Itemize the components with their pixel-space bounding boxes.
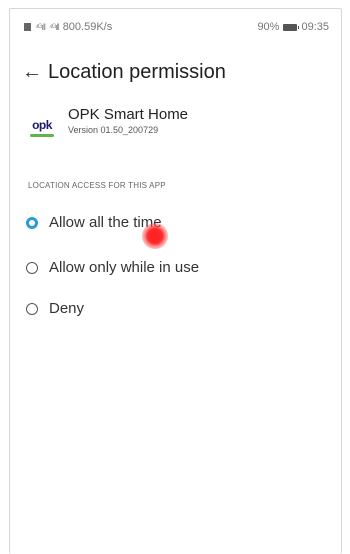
- app-version: Version 01.50_200729: [68, 125, 159, 135]
- app-logo: opk: [26, 109, 58, 141]
- radio-selected-icon[interactable]: [26, 216, 38, 229]
- phone-screen: ⁴ᴳıll ⁴ᴳıll 800.59K/s 90% 09:35 ← Locati…: [9, 8, 342, 554]
- app-logo-bar: [30, 134, 54, 137]
- signal-icon: ⁴ᴳıll: [35, 22, 46, 32]
- clock: 09:35: [301, 21, 329, 33]
- option-allow-all-the-time[interactable]: Allow all the time: [26, 214, 162, 231]
- network-speed: 800.59K/s: [62, 21, 113, 33]
- tap-indicator: [142, 223, 168, 249]
- option-deny[interactable]: Deny: [26, 300, 84, 317]
- sim-icon: [24, 23, 31, 31]
- status-left: ⁴ᴳıll ⁴ᴳıll 800.59K/s: [24, 21, 112, 33]
- radio-unselected-icon[interactable]: [26, 261, 38, 274]
- header: ← Location permission: [22, 61, 226, 84]
- page-title: Location permission: [48, 61, 226, 83]
- app-details: OPK Smart Home Version 01.50_200729: [68, 106, 188, 137]
- app-name: OPK Smart Home: [68, 106, 189, 123]
- status-bar: ⁴ᴳıll ⁴ᴳıll 800.59K/s 90% 09:35: [10, 9, 341, 49]
- option-allow-while-in-use[interactable]: Allow only while in use: [26, 259, 199, 276]
- section-label: LOCATION ACCESS FOR THIS APP: [28, 181, 166, 190]
- status-right: 90% 09:35: [257, 21, 329, 33]
- battery-icon: [283, 23, 300, 31]
- app-info: opk OPK Smart Home Version 01.50_200729: [26, 106, 188, 141]
- option-label: Deny: [49, 300, 85, 317]
- signal-icon-2: ⁴ᴳıll: [48, 22, 60, 32]
- option-label: Allow only while in use: [49, 259, 200, 276]
- back-arrow-icon[interactable]: ←: [22, 61, 48, 84]
- app-logo-text: opk: [32, 118, 52, 132]
- battery-percent: 90%: [257, 21, 280, 33]
- radio-unselected-icon[interactable]: [26, 302, 38, 315]
